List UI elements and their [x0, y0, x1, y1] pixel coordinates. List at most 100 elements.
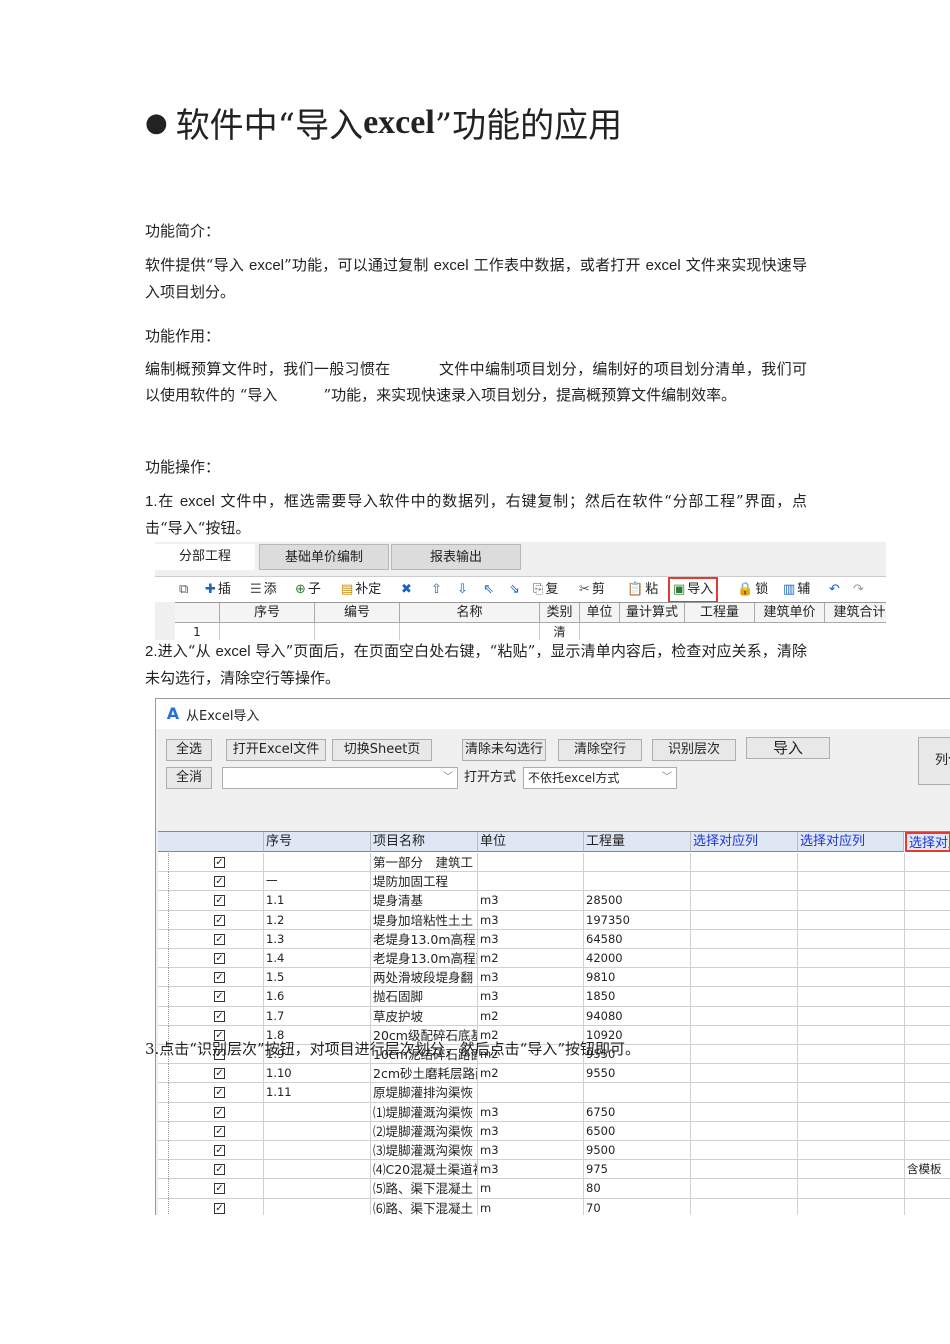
cell-map-1[interactable] — [691, 968, 798, 988]
cell-map-2[interactable] — [798, 1179, 905, 1199]
cell-unit[interactable]: m2 — [478, 949, 584, 968]
cell-unit[interactable] — [478, 853, 584, 872]
cell-name[interactable]: 堤身加培粘性土土 — [371, 910, 478, 930]
cell-extra[interactable] — [905, 1199, 950, 1215]
col-header-map-1[interactable]: 选择对应列 — [691, 832, 798, 852]
cell-unit[interactable] — [478, 872, 584, 892]
deselect-all-button[interactable]: 全消 — [166, 767, 212, 789]
cell-map-2[interactable] — [798, 1141, 905, 1160]
cell-extra[interactable] — [905, 891, 950, 910]
cell-map-1[interactable] — [691, 1141, 798, 1160]
cell-map-2[interactable] — [798, 1160, 905, 1180]
cell-unit[interactable]: m3 — [478, 891, 584, 911]
cell-name[interactable]: ⑹路、渠下混凝土 — [371, 1198, 478, 1215]
cell-map-2[interactable] — [798, 1045, 905, 1064]
cell-no[interactable] — [264, 1179, 371, 1199]
level-down-button[interactable]: ⇘ — [509, 580, 522, 600]
table-row[interactable]: ✓ 1.6 抛石固脚 m3 1850 — [158, 987, 950, 1007]
cell-no[interactable] — [264, 1198, 371, 1215]
cell-name[interactable]: 堤身清基 — [371, 891, 478, 911]
table-row[interactable]: ✓ 第一部分 建筑工 — [158, 853, 950, 873]
import-dialog-button[interactable]: 导入 — [746, 737, 830, 759]
cell-map-1[interactable] — [691, 1045, 798, 1064]
cell-name[interactable]: 堤防加固工程 — [371, 872, 478, 892]
table-row[interactable]: ✓ ⑸路、渠下混凝土 m 80 — [158, 1179, 950, 1199]
cell-map-2[interactable] — [798, 1006, 905, 1026]
table-row[interactable]: ✓ ⑷C20混凝土渠道衬 m3 975 含模板 — [158, 1160, 950, 1180]
cell-map-2[interactable] — [798, 853, 905, 872]
table-row[interactable]: ✓ 1.4 老堤身13.0m高程面 m2 42000 — [158, 949, 950, 969]
cell-name[interactable]: ⑴堤脚灌溉沟渠恢 — [371, 1102, 478, 1122]
cell-name[interactable]: ⑷C20混凝土渠道衬 — [371, 1160, 478, 1180]
move-down-button[interactable]: ⇩ — [457, 580, 470, 600]
cell-qty[interactable]: 1850 — [584, 987, 691, 1007]
cut-button[interactable]: ✂ 剪 — [579, 580, 605, 600]
cell-map-2[interactable] — [798, 1102, 905, 1122]
cell-map-2[interactable] — [798, 968, 905, 988]
cell-name[interactable]: 抛石固脚 — [371, 987, 478, 1007]
switch-sheet-button[interactable]: 切换Sheet页 — [332, 739, 432, 761]
cell-name[interactable]: ⑸路、渠下混凝土 — [371, 1179, 478, 1199]
cell-no[interactable] — [264, 853, 371, 872]
delete-button[interactable]: ✖ — [401, 580, 414, 600]
table-row[interactable]: ✓ 1.2 堤身加培粘性土土 m3 197350 — [158, 910, 950, 930]
cell-name[interactable]: 老堤身13.0m高程面 — [371, 949, 478, 968]
cell-name[interactable]: 原堤脚灌排沟渠恢 — [371, 1083, 478, 1103]
table-row[interactable]: ✓ 1.7 草皮护坡 m2 94080 — [158, 1006, 950, 1026]
cell-map-1[interactable] — [691, 1064, 798, 1084]
cell-extra[interactable] — [905, 1045, 950, 1064]
cell-extra[interactable] — [905, 1064, 950, 1083]
cell-extra[interactable] — [905, 872, 950, 891]
cell-no[interactable]: 1.6 — [264, 987, 371, 1007]
cell-qty[interactable]: 975 — [584, 1160, 691, 1180]
table-row[interactable]: ✓ 1.11 原堤脚灌排沟渠恢 — [158, 1083, 950, 1103]
sheet-select[interactable]: ﹀ — [222, 767, 458, 789]
cell-extra[interactable] — [905, 930, 950, 949]
cell-map-2[interactable] — [798, 949, 905, 968]
cell-no[interactable]: 1.1 — [264, 891, 371, 911]
cell-unit[interactable]: m — [478, 1179, 584, 1199]
cell-name[interactable]: ⑶堤脚灌溉沟渠恢 — [371, 1141, 478, 1160]
cell-extra[interactable] — [905, 1007, 950, 1026]
cell-extra[interactable] — [905, 1103, 950, 1122]
cell-extra[interactable] — [905, 853, 950, 872]
table-row[interactable]: ✓ 1.3 老堤身13.0m高程以 m3 64580 — [158, 929, 950, 949]
cell-qty[interactable] — [584, 1083, 691, 1103]
cell-unit[interactable]: m3 — [478, 929, 584, 949]
cell-extra[interactable] — [905, 1179, 950, 1198]
cell-no[interactable]: 1.5 — [264, 968, 371, 988]
cell-qty[interactable]: 80 — [584, 1179, 691, 1199]
cell-map-1[interactable] — [691, 910, 798, 930]
cell-map-1[interactable] — [691, 929, 798, 949]
cell-map-2[interactable] — [798, 987, 905, 1007]
table-row[interactable]: ✓ ⑵堤脚灌溉沟渠恢 m3 6500 — [158, 1121, 950, 1141]
cell-extra[interactable] — [905, 968, 950, 987]
cell-no[interactable] — [264, 1121, 371, 1141]
child-button[interactable]: ⊕ 子 — [295, 580, 321, 600]
cell-qty[interactable]: 197350 — [584, 910, 691, 930]
clear-empty-rows-button[interactable]: 清除空行 — [558, 739, 642, 761]
open-excel-button[interactable]: 打开Excel文件 — [226, 739, 326, 761]
clear-unchecked-button[interactable]: 清除未勾选行 — [462, 739, 546, 761]
cell-qty[interactable] — [584, 853, 691, 872]
cell-map-1[interactable] — [691, 1083, 798, 1103]
cell-map-2[interactable] — [798, 872, 905, 892]
table-row[interactable]: ✓ 1.5 两处滑坡段堤身翻 m3 9810 — [158, 968, 950, 988]
cell-map-2[interactable] — [798, 1064, 905, 1084]
cell-qty[interactable]: 6500 — [584, 1121, 691, 1141]
cell-no[interactable] — [264, 1160, 371, 1180]
cell-no[interactable]: 1.10 — [264, 1064, 371, 1084]
move-up-button[interactable]: ⇧ — [431, 580, 444, 600]
cell-name[interactable]: 草皮护坡 — [371, 1006, 478, 1026]
table-row[interactable]: ✓ 一堤防加固工程 — [158, 872, 950, 892]
cell-map-1[interactable] — [691, 949, 798, 968]
cell-map-1[interactable] — [691, 1025, 798, 1045]
cell-unit[interactable] — [478, 1083, 584, 1103]
table-row[interactable]: ✓ 1.10 2cm砂土磨耗层路面 m2 9550 — [158, 1064, 950, 1084]
cell-map-1[interactable] — [691, 1160, 798, 1180]
cell-qty[interactable]: 42000 — [584, 949, 691, 968]
cell-map-2[interactable] — [798, 1121, 905, 1141]
cell-qty[interactable]: 9810 — [584, 968, 691, 988]
cell-map-1[interactable] — [691, 853, 798, 872]
table-row[interactable]: ✓ ⑴堤脚灌溉沟渠恢 m3 6750 — [158, 1102, 950, 1122]
